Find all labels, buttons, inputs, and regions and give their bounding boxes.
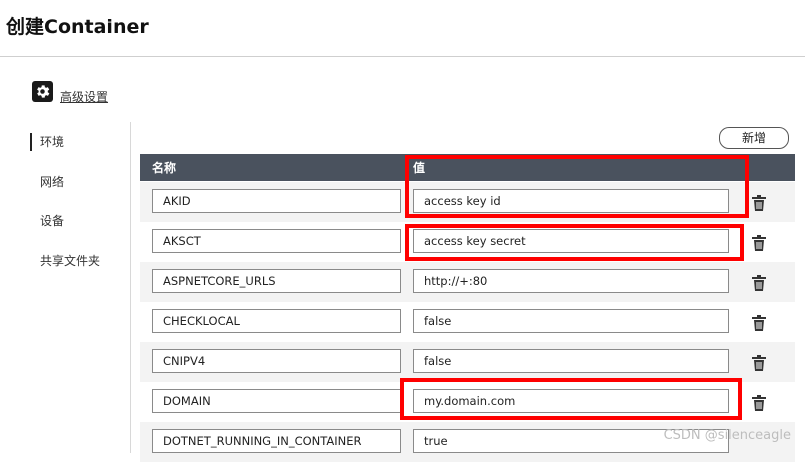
gear-icon — [32, 81, 53, 102]
sidebar-item-network[interactable]: 网络 — [30, 173, 64, 191]
table-row: CHECKLOCAL false — [140, 302, 795, 342]
highlight-box — [405, 224, 744, 261]
advanced-settings-link[interactable]: 高级设置 — [60, 88, 108, 105]
trash-icon[interactable] — [752, 195, 766, 211]
table-row: CNIPV4 false — [140, 342, 795, 382]
trash-icon[interactable] — [752, 395, 766, 411]
env-value-field[interactable]: false — [413, 349, 729, 373]
env-value-field[interactable]: http://+:80 — [413, 269, 729, 293]
trash-icon[interactable] — [752, 315, 766, 331]
highlight-box — [405, 155, 749, 218]
sidebar-item-devices[interactable]: 设备 — [30, 212, 64, 230]
page-title: 创建Container — [6, 16, 149, 38]
env-name-field[interactable]: CNIPV4 — [152, 349, 401, 373]
sidebar-item-shared-folders[interactable]: 共享文件夹 — [30, 252, 100, 270]
env-value-field[interactable]: false — [413, 309, 729, 333]
env-name-field[interactable]: CHECKLOCAL — [152, 309, 401, 333]
env-name-field[interactable]: ASPNETCORE_URLS — [152, 269, 401, 293]
panel-divider — [130, 122, 131, 453]
env-name-field[interactable]: AKSCT — [152, 229, 401, 253]
trash-icon[interactable] — [752, 355, 766, 371]
watermark: CSDN @silenceagle — [663, 428, 791, 443]
env-name-field[interactable]: AKID — [152, 189, 401, 213]
trash-icon[interactable] — [752, 235, 766, 251]
column-header-name: 名称 — [152, 161, 177, 175]
highlight-box — [400, 378, 742, 420]
env-name-field[interactable]: DOTNET_RUNNING_IN_CONTAINER — [152, 429, 401, 453]
table-row: ASPNETCORE_URLS http://+:80 — [140, 262, 795, 302]
sidebar-item-environment[interactable]: 环境 — [30, 133, 64, 151]
advanced-settings[interactable]: 高级设置 — [32, 78, 108, 105]
add-button[interactable]: 新增 — [719, 127, 789, 149]
trash-icon[interactable] — [752, 275, 766, 291]
env-name-field[interactable]: DOMAIN — [152, 389, 401, 413]
title-divider — [0, 56, 805, 57]
